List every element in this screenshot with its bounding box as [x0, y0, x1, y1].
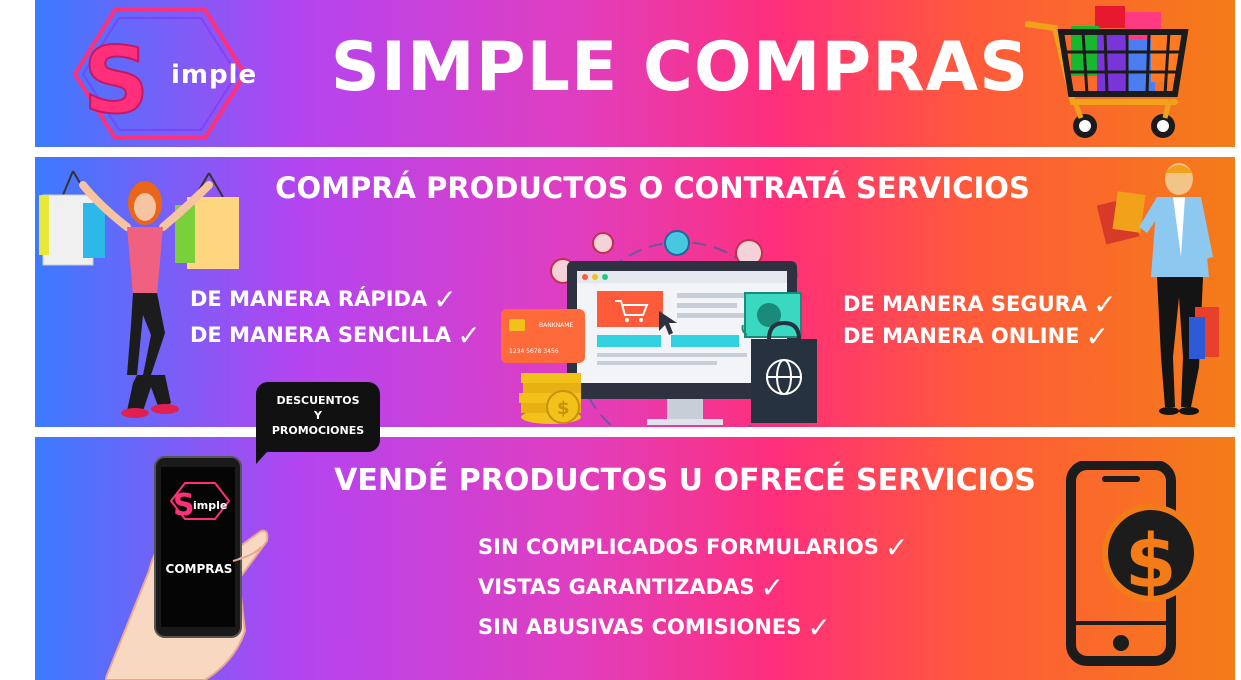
card-brand-text: BANKNAME [539, 322, 573, 329]
svg-text:S: S [173, 488, 195, 523]
promo-speech-bubble[interactable]: DESCUENTOS Y PROMOCIONES [256, 382, 380, 452]
sell-section-title: VENDÉ PRODUCTOS U OFRECÉ SERVICIOS [334, 463, 1036, 498]
check-icon: ✓ [457, 319, 481, 352]
feature-sencilla: DE MANERA SENCILLA ✓ [190, 319, 481, 352]
check-icon: ✓ [807, 611, 831, 644]
dollar-icon: $ [1125, 519, 1177, 605]
card-number-text: 1234 5678 3456 [509, 348, 559, 355]
coin-dollar-icon: $ [557, 398, 570, 419]
check-icon: ✓ [760, 571, 784, 604]
man-shopping-bags-icon [1096, 163, 1219, 415]
check-icon: ✓ [884, 531, 909, 564]
phone-dollar-icon: $ [1066, 461, 1200, 666]
sell-section: VENDÉ PRODUCTOS U OFRECÉ SERVICIOS S imp… [35, 437, 1235, 680]
feature-online: DE MANERA ONLINE ✓ [843, 320, 1109, 353]
feature-segura: DE MANERA SEGURA ✓ [843, 288, 1117, 321]
bubble-line: DESCUENTOS [276, 394, 360, 407]
buy-section-title: COMPRÁ PRODUCTOS O CONTRATÁ SERVICIOS [275, 171, 1030, 205]
logo-text: imple [171, 60, 258, 90]
feature-vistas-garantizadas: VISTAS GARANTIZADAS ✓ [478, 571, 784, 604]
page-title: SIMPLE COMPRAS [330, 28, 1030, 107]
header-banner: S imple SIMPLE COMPRAS [35, 0, 1235, 147]
buy-section: COMPRÁ PRODUCTOS O CONTRATÁ SERVICIOS DE… [35, 157, 1235, 427]
simple-logo[interactable]: S imple [55, 4, 258, 144]
feature-rapida: DE MANERA RÁPIDA ✓ [190, 283, 457, 316]
bubble-line: Y [314, 409, 322, 422]
phone-logo-text: imple [193, 499, 228, 512]
phone-screen-label: COMPRAS [165, 562, 233, 576]
feature-sin-formularios: SIN COMPLICADOS FORMULARIOS ✓ [478, 531, 909, 564]
check-icon: ✓ [433, 283, 457, 316]
svg-text:S: S [83, 27, 149, 134]
bubble-line: PROMOCIONES [271, 424, 365, 437]
ecommerce-computer-illustration: BANKNAME 1234 5678 3456 $ [501, 230, 817, 427]
feature-sin-comisiones: SIN ABUSIVAS COMISIONES ✓ [478, 611, 831, 644]
shopping-cart-icon [1025, 6, 1189, 138]
